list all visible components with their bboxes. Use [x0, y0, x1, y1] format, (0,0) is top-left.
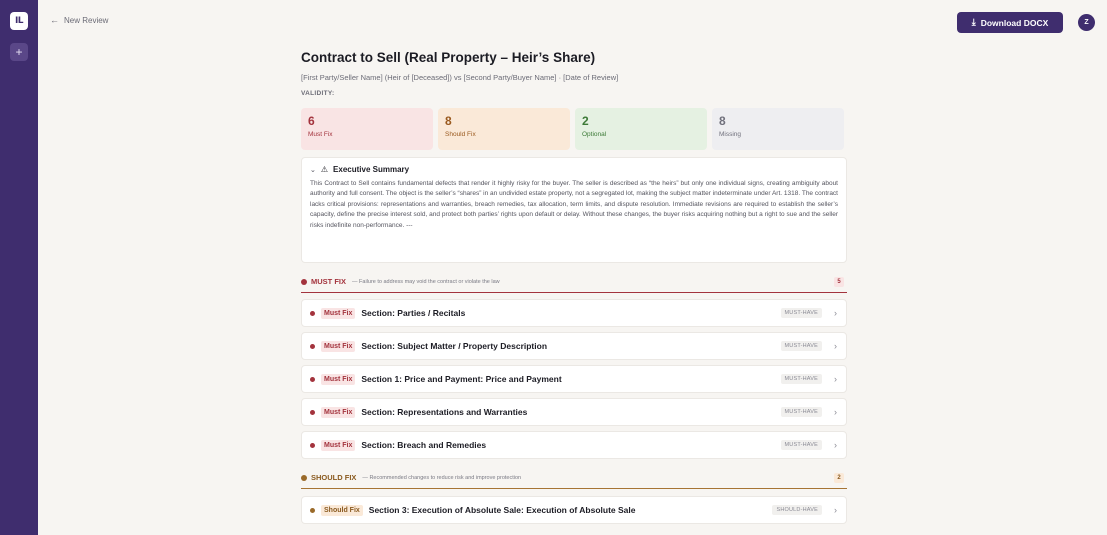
requirement-tag: MUST-HAVE: [780, 407, 822, 417]
requirement-tag: MUST-HAVE: [780, 374, 822, 384]
bullet-icon: [310, 310, 315, 316]
stat-should-fix[interactable]: 8 Should Fix: [438, 108, 570, 150]
executive-summary-card: ⌄ ⚠ Executive Summary This Contract to S…: [301, 157, 847, 263]
stat-label: Optional: [582, 131, 607, 138]
app-logo[interactable]: IL: [10, 12, 28, 30]
must-fix-dot-icon: [301, 278, 307, 285]
new-review-icon[interactable]: +: [10, 43, 28, 61]
requirement-tag: MUST-HAVE: [780, 341, 822, 351]
stat-count: 2: [582, 114, 589, 128]
issue-row[interactable]: Must Fix Section 1: Price and Payment: P…: [301, 365, 847, 393]
chevron-right-icon[interactable]: ›: [834, 440, 837, 450]
chevron-right-icon[interactable]: ›: [834, 308, 837, 318]
section-description: — Failure to address may void the contra…: [352, 278, 500, 285]
chevron-down-icon: ⌄: [310, 166, 316, 174]
chevron-right-icon[interactable]: ›: [834, 341, 837, 351]
issue-title: Section 3: Execution of Absolute Sale: E…: [368, 505, 636, 515]
download-docx-button[interactable]: ⤓ Download DOCX: [957, 12, 1063, 33]
download-label: Download DOCX: [980, 17, 1049, 28]
download-icon: ⤓: [971, 17, 976, 27]
stat-label: Must Fix: [308, 131, 333, 138]
section-description: — Recommended changes to reduce risk and…: [362, 474, 522, 481]
page-subtitle: [First Party/Seller Name] (Heir of [Dece…: [301, 73, 619, 82]
stat-count: 6: [308, 114, 315, 128]
stat-must-fix[interactable]: 6 Must Fix: [301, 108, 433, 150]
issue-row[interactable]: Must Fix Section: Representations and Wa…: [301, 398, 847, 426]
issue-row[interactable]: Must Fix Section: Subject Matter / Prope…: [301, 332, 847, 360]
issue-title: Section: Representations and Warranties: [361, 407, 528, 417]
bullet-icon: [310, 343, 315, 349]
issue-title: Section 1: Price and Payment: Price and …: [361, 374, 562, 384]
must-fix-section-header: MUST FIX — Failure to address may void t…: [301, 277, 847, 293]
avatar[interactable]: Z: [1078, 14, 1095, 31]
should-fix-dot-icon: [301, 474, 307, 481]
warning-triangle-icon: ⚠: [320, 165, 329, 174]
section-count-badge: 5: [834, 277, 844, 287]
stat-label: Should Fix: [445, 131, 476, 138]
stats-row: 6 Must Fix 8 Should Fix 2 Optional 8 Mis…: [301, 108, 847, 150]
issue-title: Section: Breach and Remedies: [361, 440, 487, 450]
executive-summary-text: This Contract to Sell contains fundament…: [310, 180, 838, 229]
stat-optional[interactable]: 2 Optional: [575, 108, 707, 150]
stat-label: Missing: [719, 131, 742, 138]
back-label: New Review: [64, 15, 109, 25]
severity-badge: Must Fix: [321, 406, 356, 418]
section-title: SHOULD FIX: [311, 473, 357, 482]
severity-badge: Must Fix: [321, 373, 356, 385]
executive-summary-title: Executive Summary: [333, 165, 410, 174]
should-fix-list: Should Fix Section 3: Execution of Absol…: [301, 496, 847, 524]
bullet-icon: [310, 376, 315, 382]
bullet-icon: [310, 507, 315, 513]
must-fix-list: Must Fix Section: Parties / Recitals MUS…: [301, 299, 847, 459]
left-rail: IL +: [0, 0, 38, 535]
chevron-right-icon[interactable]: ›: [834, 374, 837, 384]
bullet-icon: [310, 442, 315, 448]
validity-label: VALIDITY:: [301, 90, 335, 97]
requirement-tag: MUST-HAVE: [780, 440, 822, 450]
severity-badge: Must Fix: [321, 307, 356, 319]
severity-badge: Must Fix: [321, 340, 356, 352]
issue-row[interactable]: Must Fix Section: Parties / Recitals MUS…: [301, 299, 847, 327]
chevron-right-icon[interactable]: ›: [834, 505, 837, 515]
stat-count: 8: [445, 114, 452, 128]
issue-row[interactable]: Must Fix Section: Breach and Remedies MU…: [301, 431, 847, 459]
requirement-tag: SHOULD-HAVE: [772, 505, 822, 515]
section-title: MUST FIX: [311, 277, 346, 286]
issue-title: Section: Subject Matter / Property Descr…: [361, 341, 548, 351]
issue-row[interactable]: Should Fix Section 3: Execution of Absol…: [301, 496, 847, 524]
back-link[interactable]: ← New Review: [50, 15, 108, 25]
stat-missing[interactable]: 8 Missing: [712, 108, 844, 150]
executive-summary-toggle[interactable]: ⌄ ⚠ Executive Summary: [310, 165, 838, 174]
issue-title: Section: Parties / Recitals: [361, 308, 466, 318]
severity-badge: Should Fix: [321, 504, 363, 516]
section-count-badge: 2: [834, 473, 844, 483]
severity-badge: Must Fix: [321, 439, 356, 451]
review-content: Contract to Sell (Real Property – Heir’s…: [301, 50, 847, 524]
requirement-tag: MUST-HAVE: [780, 308, 822, 318]
page-title: Contract to Sell (Real Property – Heir’s…: [301, 50, 596, 65]
top-bar: ← New Review ⤓ Download DOCX Z: [38, 0, 1107, 40]
chevron-right-icon[interactable]: ›: [834, 407, 837, 417]
bullet-icon: [310, 409, 315, 415]
stat-count: 8: [719, 114, 726, 128]
should-fix-section-header: SHOULD FIX — Recommended changes to redu…: [301, 473, 847, 489]
arrow-left-icon: ←: [50, 15, 59, 25]
